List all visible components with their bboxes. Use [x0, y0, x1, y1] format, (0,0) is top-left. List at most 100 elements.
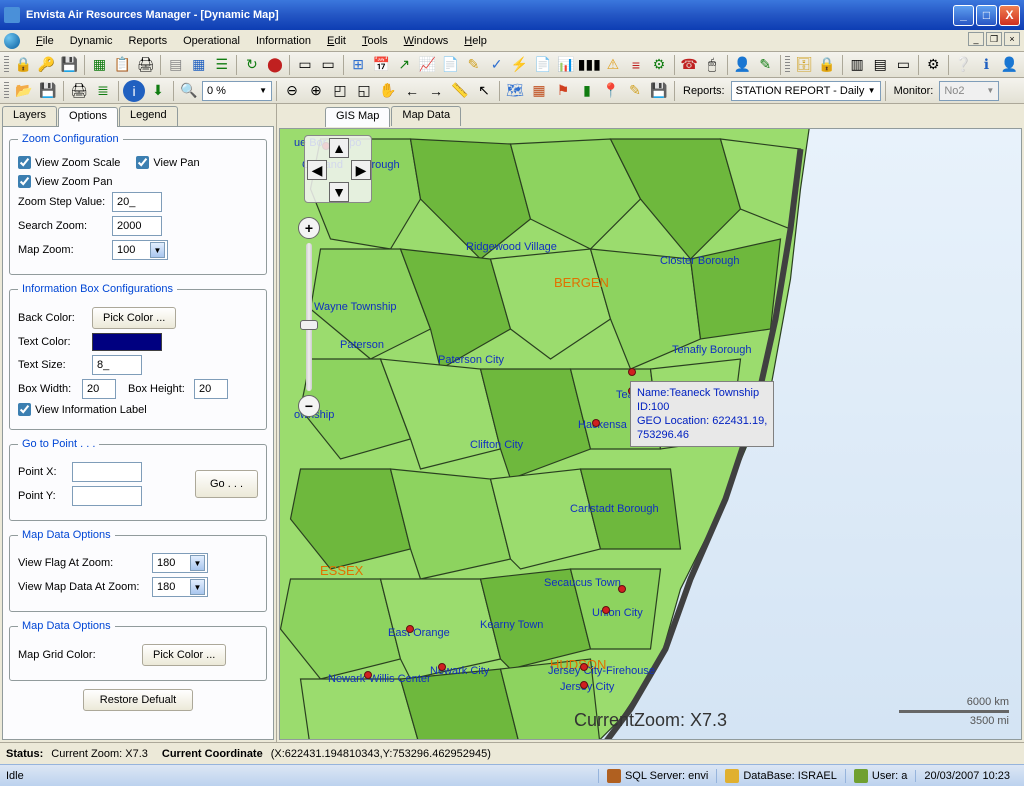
mapedit-icon[interactable]: 🗺	[504, 80, 526, 102]
close-button[interactable]: X	[999, 5, 1020, 26]
draw-icon[interactable]: ✎	[624, 80, 646, 102]
stop-icon[interactable]: ⬤	[264, 54, 285, 76]
back-icon[interactable]: ←	[401, 80, 423, 102]
zoomout-icon[interactable]: ⊖	[281, 80, 303, 102]
tree-icon[interactable]: ☰	[211, 54, 232, 76]
fwd-icon[interactable]: →	[425, 80, 447, 102]
regedit-icon[interactable]: ✎	[755, 54, 776, 76]
go-button[interactable]: Go . . .	[195, 470, 258, 498]
lock2-icon[interactable]: 🔒	[817, 54, 838, 76]
cfg-icon[interactable]: ⚙	[648, 54, 669, 76]
zoomin-icon[interactable]: 🔍	[178, 80, 200, 102]
report-icon[interactable]: 📄	[440, 54, 461, 76]
dir-icon[interactable]: ↗	[394, 54, 415, 76]
save2-icon[interactable]: 💾	[37, 80, 59, 102]
window2-icon[interactable]: ▭	[318, 54, 339, 76]
tab-mapdata[interactable]: Map Data	[391, 106, 461, 126]
zoomstep-input[interactable]	[112, 192, 162, 212]
stack-icon[interactable]: ▮	[576, 80, 598, 102]
refresh-icon[interactable]: ↻	[241, 54, 262, 76]
menu-operational[interactable]: Operational	[175, 33, 248, 49]
barchart-icon[interactable]: 📊	[555, 54, 576, 76]
pan-up-button[interactable]: ▲	[329, 138, 349, 158]
chk-viewzoompan[interactable]: View Zoom Pan	[18, 175, 258, 188]
station-dot[interactable]	[406, 625, 414, 633]
cal-icon[interactable]: 📅	[371, 54, 392, 76]
gear-icon[interactable]: ⚙	[923, 54, 944, 76]
toolbar-grip3[interactable]	[4, 82, 9, 100]
station-dot[interactable]	[438, 663, 446, 671]
print2-icon[interactable]: 🖨	[68, 80, 90, 102]
grid-icon[interactable]: ▤	[165, 54, 186, 76]
list-icon[interactable]: ≡	[625, 54, 646, 76]
boxheight-input[interactable]	[194, 379, 228, 399]
station-dot[interactable]	[592, 419, 600, 427]
info2-icon[interactable]: i	[123, 80, 145, 102]
help-icon[interactable]: ❔	[953, 54, 974, 76]
maximize-button[interactable]: □	[976, 5, 997, 26]
map-canvas[interactable]: ue Bor mpo Oakland Borough Ridgewood Vil…	[279, 128, 1022, 740]
chart-icon[interactable]: 📈	[417, 54, 438, 76]
chk-viewzoomscale[interactable]: View Zoom Scale	[18, 156, 120, 169]
info-icon[interactable]: ℹ	[976, 54, 997, 76]
menu-edit[interactable]: Edit	[319, 33, 354, 49]
save3-icon[interactable]: 💾	[648, 80, 670, 102]
station-dot[interactable]	[580, 681, 588, 689]
pointx-input[interactable]	[72, 462, 142, 482]
save-icon[interactable]: 💾	[59, 54, 80, 76]
tab-legend[interactable]: Legend	[119, 106, 178, 126]
pan-right-button[interactable]: ▶	[351, 160, 371, 180]
mouse-icon[interactable]: 🖱	[702, 54, 723, 76]
excel-icon[interactable]: ▦	[89, 54, 110, 76]
zoom-in-button[interactable]: +	[298, 217, 320, 239]
tab-gismap[interactable]: GIS Map	[325, 107, 390, 127]
mapzoom-combo[interactable]: 100▼	[112, 240, 168, 260]
minimize-button[interactable]: _	[953, 5, 974, 26]
boxwidth-input[interactable]	[82, 379, 116, 399]
gridcolor-button[interactable]: Pick Color ...	[142, 644, 226, 666]
restore-button[interactable]: Restore Defualt	[83, 689, 193, 711]
menu-information[interactable]: Information	[248, 33, 319, 49]
lock-icon[interactable]: 🔒	[13, 54, 34, 76]
pan-left-button[interactable]: ◀	[307, 160, 327, 180]
edit-icon[interactable]: ✎	[463, 54, 484, 76]
panel3-icon[interactable]: ▭	[893, 54, 914, 76]
menu-windows[interactable]: Windows	[396, 33, 457, 49]
layer-icon[interactable]: ▦	[528, 80, 550, 102]
monitor-combo[interactable]: No2▼	[939, 81, 999, 101]
zoom-thumb[interactable]	[300, 320, 318, 330]
textcolor-swatch[interactable]	[92, 333, 162, 351]
open-icon[interactable]: 📂	[13, 80, 35, 102]
flag-icon[interactable]: ⚑	[552, 80, 574, 102]
pointy-input[interactable]	[72, 486, 142, 506]
monitor-icon[interactable]: ⚡	[509, 54, 530, 76]
user-icon[interactable]: 👤	[732, 54, 753, 76]
mdi-restore[interactable]: ❐	[986, 32, 1002, 46]
menu-help[interactable]: Help	[456, 33, 495, 49]
key-icon[interactable]: 🔑	[36, 54, 57, 76]
nav-down-icon[interactable]: ⬇	[147, 80, 169, 102]
bars-icon[interactable]: ▮▮▮	[578, 54, 600, 76]
zoom-track[interactable]	[306, 243, 312, 391]
window1-icon[interactable]: ▭	[294, 54, 315, 76]
grid2-icon[interactable]: ⊞	[348, 54, 369, 76]
check-icon[interactable]: ✓	[486, 54, 507, 76]
searchzoom-input[interactable]	[112, 216, 162, 236]
copy-icon[interactable]: 📋	[112, 54, 133, 76]
phone-icon[interactable]: ☎	[679, 54, 700, 76]
panel2-icon[interactable]: ▤	[870, 54, 891, 76]
zoom-combo[interactable]: 0 %▼	[202, 81, 272, 101]
mdzoom-combo[interactable]: 180▼	[152, 577, 208, 597]
pan-icon[interactable]: ✋	[377, 80, 399, 102]
station-dot[interactable]	[580, 663, 588, 671]
toolbar-grip2[interactable]	[785, 56, 790, 74]
tab-layers[interactable]: Layers	[2, 106, 57, 126]
warn-icon[interactable]: ⚠	[602, 54, 623, 76]
station-dot[interactable]	[364, 671, 372, 679]
print-icon[interactable]: 🖨	[135, 54, 156, 76]
chk-viewpan[interactable]: View Pan	[136, 156, 199, 169]
ruler-icon[interactable]: 📏	[449, 80, 471, 102]
reports-combo[interactable]: STATION REPORT - Daily▼	[731, 81, 881, 101]
menu-tools[interactable]: Tools	[354, 33, 396, 49]
mdi-minimize[interactable]: _	[968, 32, 984, 46]
